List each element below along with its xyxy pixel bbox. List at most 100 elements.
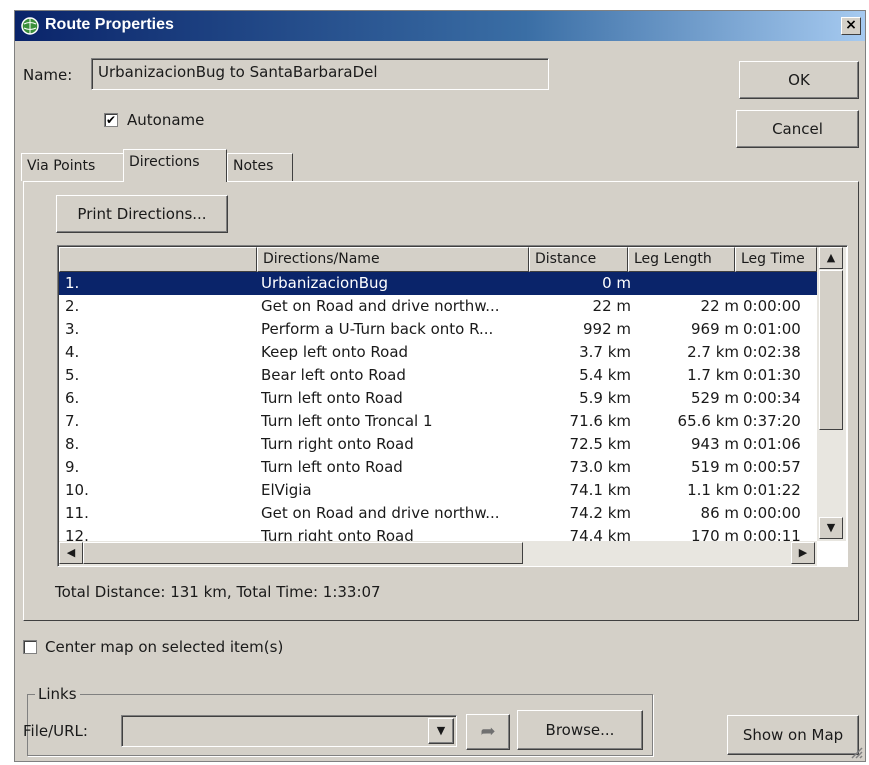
- resize-grip-icon[interactable]: [849, 745, 863, 759]
- horizontal-scrollbar[interactable]: ◀ ▶: [59, 541, 817, 566]
- go-link-arrow-icon[interactable]: ➦: [466, 714, 510, 750]
- directions-table[interactable]: Directions/Name Distance Leg Length Leg …: [57, 245, 848, 567]
- row-leg-length: 2.7 km: [687, 343, 739, 361]
- row-leg-time: 0:01:06: [743, 435, 801, 453]
- column-header-leg-time[interactable]: Leg Time: [735, 247, 817, 272]
- row-number: 10.: [65, 481, 89, 499]
- row-number: 8.: [65, 435, 80, 453]
- row-leg-time: 0:01:22: [743, 481, 801, 499]
- row-number: 7.: [65, 412, 80, 430]
- autoname-checkbox[interactable]: ✔: [104, 113, 118, 127]
- row-leg-time: 0:00:57: [743, 458, 801, 476]
- route-name-field[interactable]: UrbanizacionBug to SantaBarbaraDel: [91, 58, 549, 90]
- table-row[interactable]: 6. Turn left onto Road 5.9 km 529 m 0:00…: [59, 387, 817, 410]
- row-number: 9.: [65, 458, 80, 476]
- table-row[interactable]: 11. Get on Road and drive northw... 74.2…: [59, 502, 817, 525]
- row-distance: 3.7 km: [579, 343, 631, 361]
- row-direction: Turn left onto Road: [261, 389, 403, 407]
- route-properties-dialog: Route Properties × Name: UrbanizacionBug…: [14, 10, 866, 762]
- name-label: Name:: [23, 66, 73, 84]
- row-number: 5.: [65, 366, 80, 384]
- row-distance: 73.0 km: [569, 458, 631, 476]
- horizontal-scroll-thumb[interactable]: [83, 542, 523, 564]
- table-row[interactable]: 2. Get on Road and drive northw... 22 m …: [59, 295, 817, 318]
- column-header-distance[interactable]: Distance: [529, 247, 628, 272]
- title-bar[interactable]: Route Properties ×: [15, 11, 865, 41]
- row-number: 1.: [65, 274, 80, 292]
- row-leg-length: 943 m: [690, 435, 739, 453]
- table-row[interactable]: 8. Turn right onto Road 72.5 km 943 m 0:…: [59, 433, 817, 456]
- row-leg-length: 1.1 km: [687, 481, 739, 499]
- row-distance: 5.4 km: [579, 366, 631, 384]
- row-direction: ElVigia: [261, 481, 312, 499]
- scroll-down-arrow-icon[interactable]: ▼: [819, 517, 843, 539]
- row-distance: 72.5 km: [569, 435, 631, 453]
- center-map-label: Center map on selected item(s): [45, 638, 284, 656]
- show-on-map-button[interactable]: Show on Map: [727, 715, 859, 755]
- row-leg-length: 86 m: [700, 504, 739, 522]
- table-row[interactable]: 1. UrbanizacionBug 0 m: [59, 272, 817, 295]
- center-map-checkbox[interactable]: [23, 640, 37, 654]
- row-leg-length: 969 m: [690, 320, 739, 338]
- row-direction: Keep left onto Road: [261, 343, 409, 361]
- row-number: 11.: [65, 504, 89, 522]
- column-header-directions-name[interactable]: Directions/Name: [257, 247, 529, 272]
- ok-button[interactable]: OK: [739, 61, 859, 99]
- row-number: 6.: [65, 389, 80, 407]
- table-row[interactable]: 3. Perform a U-Turn back onto R... 992 m…: [59, 318, 817, 341]
- table-row[interactable]: 9. Turn left onto Road 73.0 km 519 m 0:0…: [59, 456, 817, 479]
- file-url-label: File/URL:: [23, 722, 88, 740]
- file-url-combobox[interactable]: [121, 715, 457, 747]
- row-leg-time: 0:00:00: [743, 504, 801, 522]
- table-row[interactable]: 10. ElVigia 74.1 km 1.1 km 0:01:22: [59, 479, 817, 502]
- row-leg-length: 65.6 km: [677, 412, 739, 430]
- row-direction: Get on Road and drive northw...: [261, 504, 500, 522]
- table-row[interactable]: 5. Bear left onto Road 5.4 km 1.7 km 0:0…: [59, 364, 817, 387]
- row-leg-length: 22 m: [700, 297, 739, 315]
- row-direction: Turn left onto Troncal 1: [261, 412, 433, 430]
- row-direction: Turn left onto Road: [261, 458, 403, 476]
- scroll-left-arrow-icon[interactable]: ◀: [59, 542, 83, 564]
- row-direction: Perform a U-Turn back onto R...: [261, 320, 494, 338]
- row-leg-time: 0:00:34: [743, 389, 801, 407]
- vertical-scrollbar[interactable]: ▲ ▼: [817, 247, 846, 541]
- dropdown-arrow-icon[interactable]: ▼: [428, 718, 454, 744]
- row-distance: 74.2 km: [569, 504, 631, 522]
- row-distance: 992 m: [582, 320, 631, 338]
- vertical-scroll-thumb[interactable]: [819, 270, 843, 430]
- total-summary: Total Distance: 131 km, Total Time: 1:33…: [55, 583, 381, 601]
- print-directions-button[interactable]: Print Directions...: [56, 195, 228, 233]
- row-distance: 22 m: [592, 297, 631, 315]
- globe-icon: [21, 17, 39, 35]
- row-leg-length: 1.7 km: [687, 366, 739, 384]
- row-number: 2.: [65, 297, 80, 315]
- row-distance: 71.6 km: [569, 412, 631, 430]
- tab-notes[interactable]: Notes: [227, 153, 293, 181]
- cancel-button[interactable]: Cancel: [736, 110, 859, 148]
- table-row[interactable]: 7. Turn left onto Troncal 1 71.6 km 65.6…: [59, 410, 817, 433]
- row-number: 3.: [65, 320, 80, 338]
- window-title: Route Properties: [45, 16, 174, 33]
- row-leg-length: 519 m: [690, 458, 739, 476]
- row-leg-time: 0:02:38: [743, 343, 801, 361]
- row-direction: UrbanizacionBug: [261, 274, 389, 292]
- links-legend: Links: [35, 685, 80, 703]
- row-leg-time: 0:00:00: [743, 297, 801, 315]
- autoname-label: Autoname: [127, 111, 205, 129]
- column-header-leg-length[interactable]: Leg Length: [628, 247, 735, 272]
- tab-directions[interactable]: Directions: [123, 149, 227, 182]
- table-row[interactable]: 4. Keep left onto Road 3.7 km 2.7 km 0:0…: [59, 341, 817, 364]
- tab-via-points[interactable]: Via Points: [21, 153, 125, 181]
- row-leg-time: 0:01:00: [743, 320, 801, 338]
- row-distance: 0 m: [602, 274, 631, 292]
- close-button[interactable]: ×: [841, 17, 861, 35]
- scroll-up-arrow-icon[interactable]: ▲: [819, 247, 843, 269]
- row-direction: Turn right onto Road: [261, 435, 414, 453]
- column-header-number[interactable]: [59, 247, 257, 272]
- row-number: 4.: [65, 343, 80, 361]
- scroll-right-arrow-icon[interactable]: ▶: [791, 542, 815, 564]
- row-leg-time: 0:37:20: [743, 412, 801, 430]
- row-leg-length: 529 m: [690, 389, 739, 407]
- row-distance: 74.1 km: [569, 481, 631, 499]
- browse-button[interactable]: Browse...: [517, 710, 643, 750]
